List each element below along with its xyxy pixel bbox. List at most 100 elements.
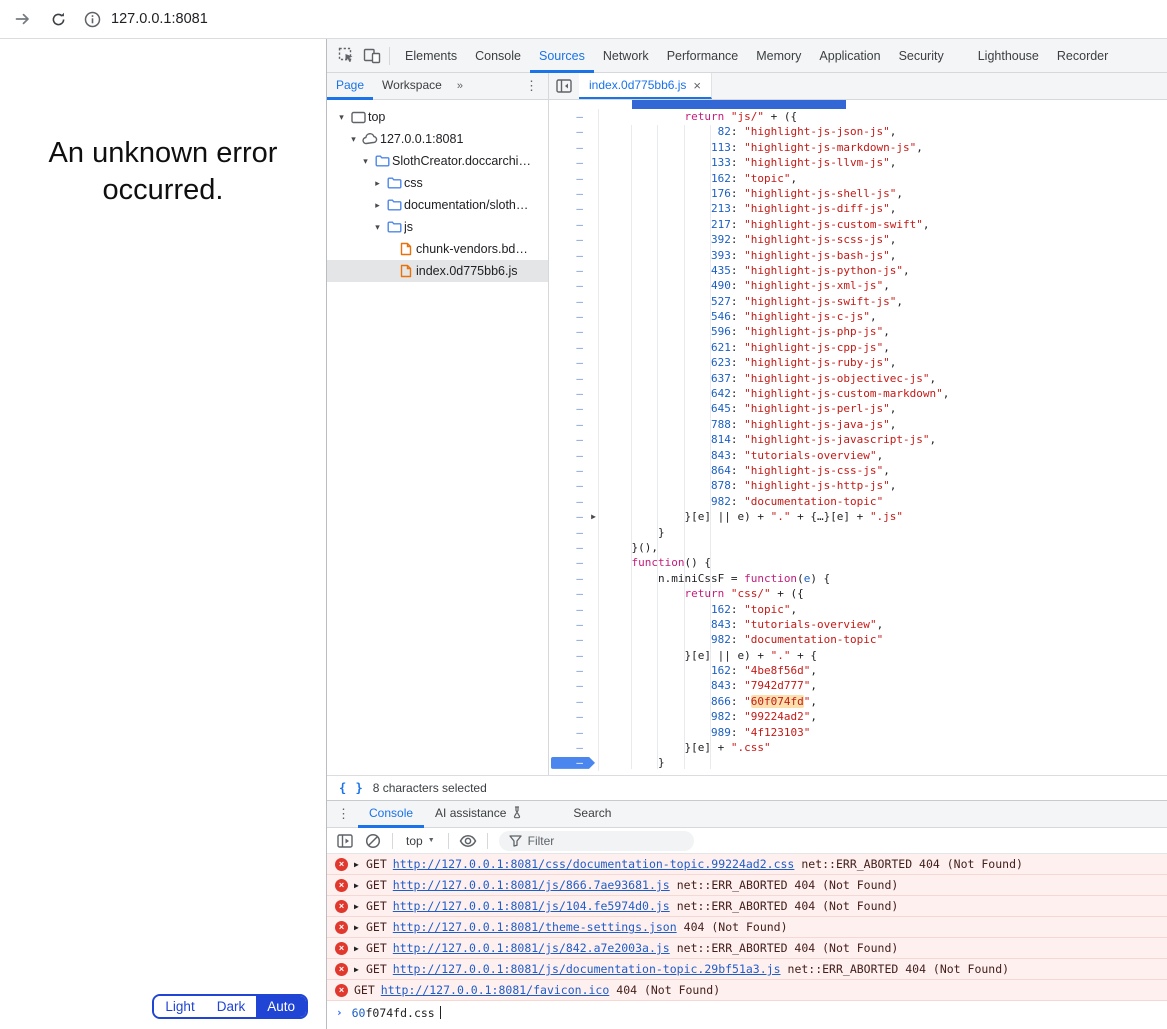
line-gutter[interactable]: –	[549, 463, 599, 478]
code-line[interactable]: – function() {	[549, 555, 1167, 570]
code-line[interactable]: – 864: "highlight-js-css-js",	[549, 463, 1167, 478]
tree-item-index-0d775bb6-js[interactable]: index.0d775bb6.js	[327, 260, 548, 282]
code-line[interactable]: – 162: "topic",	[549, 602, 1167, 617]
code-line[interactable]: – n.miniCssF = function(e) {	[549, 571, 1167, 586]
request-url-link[interactable]: http://127.0.0.1:8081/js/documentation-t…	[393, 962, 781, 976]
tab-elements[interactable]: Elements	[396, 39, 466, 73]
console-error-row[interactable]: ×GEThttp://127.0.0.1:8081/favicon.ico404…	[327, 980, 1167, 1001]
drawer-tab-ai-assistance[interactable]: AI assistance	[424, 801, 534, 828]
line-gutter[interactable]: –	[549, 432, 599, 447]
request-url-link[interactable]: http://127.0.0.1:8081/css/documentation-…	[393, 857, 795, 871]
code-line[interactable]: – 645: "highlight-js-perl-js",	[549, 401, 1167, 416]
reload-button[interactable]	[44, 5, 72, 33]
line-gutter[interactable]: –	[549, 417, 599, 432]
theme-option-dark[interactable]: Dark	[206, 996, 257, 1017]
line-gutter[interactable]: –	[549, 586, 599, 601]
tree-item-top[interactable]: ▾top	[327, 106, 548, 128]
line-gutter[interactable]: –	[549, 186, 599, 201]
hide-navigator-icon[interactable]	[549, 73, 579, 99]
line-gutter[interactable]: –	[549, 725, 599, 740]
tree-item-chunk-vendors-bd-[interactable]: chunk-vendors.bd…	[327, 238, 548, 260]
line-gutter[interactable]: –	[549, 478, 599, 493]
tab-application[interactable]: Application	[810, 39, 889, 73]
line-gutter[interactable]: –	[549, 217, 599, 232]
code-line[interactable]: – 982: "documentation-topic"	[549, 632, 1167, 647]
code-line[interactable]: – }[e] || e) + "." + {	[549, 648, 1167, 663]
request-url-link[interactable]: http://127.0.0.1:8081/js/104.fe5974d0.js	[393, 899, 670, 913]
expand-caret-icon[interactable]: ▶	[354, 944, 366, 953]
line-gutter[interactable]: –	[549, 201, 599, 216]
line-gutter[interactable]: –	[549, 632, 599, 647]
line-gutter[interactable]: –	[549, 663, 599, 678]
disclosure-open-icon[interactable]: ▾	[359, 156, 372, 167]
line-gutter[interactable]: –	[549, 263, 599, 278]
code-line[interactable]: – 843: "tutorials-overview",	[549, 617, 1167, 632]
sidebar-tab-page[interactable]: Page	[327, 73, 373, 100]
code-line[interactable]: – 393: "highlight-js-bash-js",	[549, 248, 1167, 263]
request-url-link[interactable]: http://127.0.0.1:8081/js/866.7ae93681.js	[393, 878, 670, 892]
code-editor[interactable]: – return "js/" + ({– 82: "highlight-js-j…	[549, 100, 1167, 775]
more-options-icon[interactable]: ⋮	[515, 78, 548, 94]
line-gutter[interactable]: –	[549, 248, 599, 263]
console-error-row[interactable]: ×▶GEThttp://127.0.0.1:8081/js/documentat…	[327, 959, 1167, 980]
expand-caret-icon[interactable]: ▶	[354, 965, 366, 974]
code-line[interactable]: – 82: "highlight-js-json-js",	[549, 124, 1167, 139]
tab-performance[interactable]: Performance	[658, 39, 748, 73]
console-error-row[interactable]: ×▶GEThttp://127.0.0.1:8081/js/842.a7e200…	[327, 938, 1167, 959]
line-gutter[interactable]: –	[549, 740, 599, 755]
tab-memory[interactable]: Memory	[747, 39, 810, 73]
code-line[interactable]: – 527: "highlight-js-swift-js",	[549, 294, 1167, 309]
line-gutter[interactable]: –	[549, 278, 599, 293]
disclosure-open-icon[interactable]: ▾	[335, 112, 348, 123]
line-gutter[interactable]: –	[549, 448, 599, 463]
forward-button[interactable]	[8, 5, 36, 33]
line-gutter[interactable]: –▶	[549, 509, 599, 524]
line-gutter[interactable]: –	[549, 109, 599, 124]
console-error-row[interactable]: ×▶GEThttp://127.0.0.1:8081/css/documenta…	[327, 854, 1167, 875]
tab-network[interactable]: Network	[594, 39, 658, 73]
tree-item-js[interactable]: ▾js	[327, 216, 548, 238]
code-line[interactable]: – 623: "highlight-js-ruby-js",	[549, 355, 1167, 370]
tab-lighthouse[interactable]: Lighthouse	[969, 39, 1048, 73]
code-line[interactable]: – 982: "documentation-topic"	[549, 494, 1167, 509]
info-icon[interactable]	[84, 11, 101, 28]
code-line[interactable]: – 162: "topic",	[549, 171, 1167, 186]
line-gutter[interactable]: –	[549, 140, 599, 155]
code-line[interactable]: – 843: "tutorials-overview",	[549, 448, 1167, 463]
disclosure-closed-icon[interactable]: ▸	[371, 200, 384, 211]
line-gutter[interactable]: –	[549, 678, 599, 693]
code-line[interactable]: – }[e] + ".css"	[549, 740, 1167, 755]
code-line[interactable]: – 989: "4f123103"	[549, 725, 1167, 740]
code-line[interactable]: – }	[549, 525, 1167, 540]
tab-security[interactable]: Security	[890, 39, 953, 73]
code-line[interactable]: – 982: "99224ad2",	[549, 709, 1167, 724]
code-line[interactable]: – return "css/" + ({	[549, 586, 1167, 601]
code-line[interactable]: – 490: "highlight-js-xml-js",	[549, 278, 1167, 293]
console-error-row[interactable]: ×▶GEThttp://127.0.0.1:8081/js/104.fe5974…	[327, 896, 1167, 917]
request-url-link[interactable]: http://127.0.0.1:8081/theme-settings.jso…	[393, 920, 677, 934]
tree-item-slothcreator-doccarchi-[interactable]: ▾SlothCreator.doccarchi…	[327, 150, 548, 172]
code-line[interactable]: – 113: "highlight-js-markdown-js",	[549, 140, 1167, 155]
theme-option-auto[interactable]: Auto	[256, 996, 306, 1017]
code-line[interactable]: – 637: "highlight-js-objectivec-js",	[549, 371, 1167, 386]
disclosure-open-icon[interactable]: ▾	[347, 134, 360, 145]
request-url-link[interactable]: http://127.0.0.1:8081/js/842.a7e2003a.js	[393, 941, 670, 955]
code-line[interactable]: – 788: "highlight-js-java-js",	[549, 417, 1167, 432]
line-gutter[interactable]: –	[549, 294, 599, 309]
tab-sources[interactable]: Sources	[530, 39, 594, 73]
line-gutter[interactable]: –	[549, 540, 599, 555]
code-line[interactable]: – 435: "highlight-js-python-js",	[549, 263, 1167, 278]
code-line[interactable]: – 866: "60f074fd",	[549, 694, 1167, 709]
line-gutter[interactable]: –	[549, 155, 599, 170]
code-line[interactable]: – 596: "highlight-js-php-js",	[549, 324, 1167, 339]
line-gutter[interactable]: –	[549, 124, 599, 139]
address-bar[interactable]: 127.0.0.1:8081	[84, 11, 208, 28]
console-error-row[interactable]: ×▶GEThttp://127.0.0.1:8081/js/866.7ae936…	[327, 875, 1167, 896]
code-line[interactable]: – }(),	[549, 540, 1167, 555]
device-toolbar-icon[interactable]	[359, 43, 385, 69]
expand-caret-icon[interactable]: ▶	[354, 881, 366, 890]
expand-caret-icon[interactable]: ▶	[354, 860, 366, 869]
code-line[interactable]: – 843: "7942d777",	[549, 678, 1167, 693]
line-gutter[interactable]: –	[549, 571, 599, 586]
code-line[interactable]: – 621: "highlight-js-cpp-js",	[549, 340, 1167, 355]
